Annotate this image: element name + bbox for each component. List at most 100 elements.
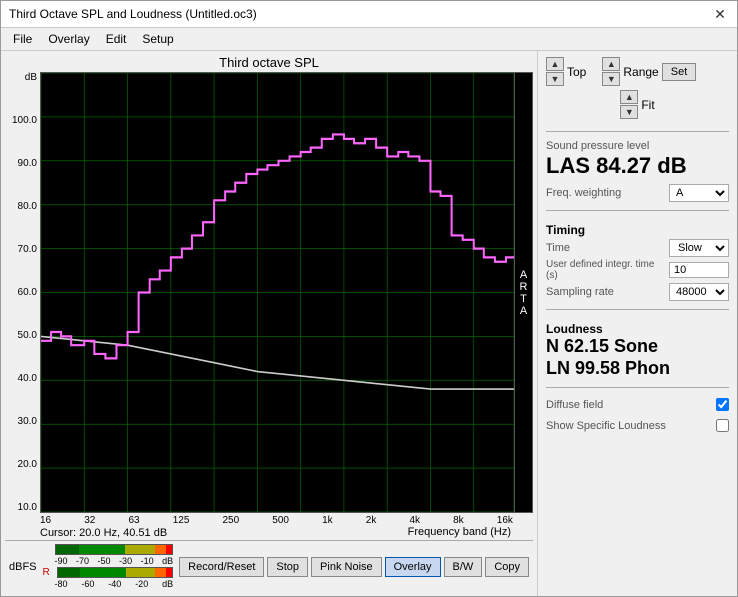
meter-tick-minus70: -70 bbox=[76, 556, 89, 566]
cursor-info: Cursor: 20.0 Hz, 40.51 dB bbox=[40, 526, 167, 540]
freq-band-label: Frequency band (Hz) bbox=[406, 526, 513, 540]
show-specific-row: Show Specific Loudness bbox=[546, 419, 729, 432]
close-button[interactable]: ✕ bbox=[711, 5, 729, 23]
y-label-db: dB bbox=[25, 72, 37, 83]
x-tick-4k: 4k bbox=[409, 515, 420, 526]
level-meter: -90 -70 -50 -30 -10 dB R bbox=[43, 544, 174, 589]
loudness-ln-value: LN 99.58 Phon bbox=[546, 358, 729, 380]
show-specific-label: Show Specific Loudness bbox=[546, 420, 712, 432]
right-panel: ▲ ▼ Top ▲ ▼ Range Set ▲ bbox=[537, 51, 737, 596]
spl-section-title: Sound pressure level bbox=[546, 140, 729, 152]
integr-row: User defined integr. time (s) bbox=[546, 259, 729, 281]
top-range-row: ▲ ▼ Top ▲ ▼ Range Set bbox=[546, 57, 729, 86]
y-tick-70: 70.0 bbox=[18, 244, 37, 255]
chart-title: Third octave SPL bbox=[5, 55, 533, 70]
meter-tick2-db2: dB bbox=[162, 579, 173, 589]
timing-title: Timing bbox=[546, 223, 729, 237]
fit-down-button[interactable]: ▼ bbox=[620, 105, 638, 119]
top-nav-group: ▲ ▼ bbox=[546, 57, 564, 86]
show-specific-checkbox[interactable] bbox=[716, 419, 729, 432]
top-down-button[interactable]: ▼ bbox=[546, 72, 564, 86]
spl-section: Sound pressure level LAS 84.27 dB bbox=[546, 140, 729, 178]
loudness-section: Loudness N 62.15 Sone LN 99.58 Phon bbox=[546, 322, 729, 379]
main-window: Third Octave SPL and Loudness (Untitled.… bbox=[0, 0, 738, 597]
y-axis: dB 100.0 90.0 80.0 70.0 60.0 50.0 40.0 3… bbox=[5, 72, 40, 513]
freq-weighting-select[interactable]: A B C Z bbox=[669, 184, 729, 202]
divider-1 bbox=[546, 131, 729, 132]
record-reset-button[interactable]: Record/Reset bbox=[179, 557, 264, 577]
arta-label: A R T A bbox=[515, 72, 533, 513]
y-tick-50: 50.0 bbox=[18, 330, 37, 341]
meter-tick-minus90: -90 bbox=[55, 556, 68, 566]
range-nav-group: ▲ ▼ bbox=[602, 57, 620, 86]
menu-file[interactable]: File bbox=[5, 30, 40, 48]
timing-section: Timing Time Slow Fast User defined integ… bbox=[546, 219, 729, 301]
loudness-n-value: N 62.15 Sone bbox=[546, 336, 729, 358]
meter-tick-minus10: -10 bbox=[141, 556, 154, 566]
divider-2 bbox=[546, 210, 729, 211]
x-axis: 16 32 63 125 250 500 1k 2k 4k 8k 16k bbox=[5, 515, 533, 526]
menu-bar: File Overlay Edit Setup bbox=[1, 28, 737, 51]
menu-setup[interactable]: Setup bbox=[134, 30, 181, 48]
time-select[interactable]: Slow Fast bbox=[669, 239, 729, 257]
window-title: Third Octave SPL and Loudness (Untitled.… bbox=[9, 7, 257, 21]
x-tick-250: 250 bbox=[223, 515, 240, 526]
x-tick-500: 500 bbox=[272, 515, 289, 526]
pink-noise-button[interactable]: Pink Noise bbox=[311, 557, 382, 577]
integr-input[interactable] bbox=[669, 262, 729, 278]
freq-weighting-row: Freq. weighting A B C Z bbox=[546, 184, 729, 202]
diffuse-field-label: Diffuse field bbox=[546, 399, 712, 411]
x-tick-16k: 16k bbox=[497, 515, 513, 526]
timing-row: Time Slow Fast bbox=[546, 239, 729, 257]
chart-area: Third octave SPL dB 100.0 90.0 80.0 70.0… bbox=[1, 51, 537, 596]
x-tick-32: 32 bbox=[84, 515, 95, 526]
x-tick-125: 125 bbox=[173, 515, 190, 526]
meter-tick2-minus40: -40 bbox=[108, 579, 121, 589]
range-up-button[interactable]: ▲ bbox=[602, 57, 620, 71]
range-down-button[interactable]: ▼ bbox=[602, 72, 620, 86]
content-area: Third octave SPL dB 100.0 90.0 80.0 70.0… bbox=[1, 51, 737, 596]
x-tick-8k: 8k bbox=[453, 515, 464, 526]
y-tick-40: 40.0 bbox=[18, 373, 37, 384]
fit-up-button[interactable]: ▲ bbox=[620, 90, 638, 104]
x-tick-63: 63 bbox=[128, 515, 139, 526]
bottom-buttons: Record/Reset Stop Pink Noise Overlay B/W… bbox=[179, 557, 529, 577]
spl-value: LAS 84.27 dB bbox=[546, 154, 729, 178]
copy-button[interactable]: Copy bbox=[485, 557, 529, 577]
top-nav-label: Top bbox=[567, 65, 586, 79]
loudness-title: Loudness bbox=[546, 322, 729, 336]
meter-tick2-minus60: -60 bbox=[81, 579, 94, 589]
y-tick-60: 60.0 bbox=[18, 287, 37, 298]
x-tick-1k: 1k bbox=[322, 515, 333, 526]
stop-button[interactable]: Stop bbox=[267, 557, 308, 577]
sampling-select[interactable]: 44100 48000 96000 bbox=[669, 283, 729, 301]
fit-nav-group: ▲ ▼ bbox=[620, 90, 638, 119]
diffuse-field-checkbox[interactable] bbox=[716, 398, 729, 411]
y-tick-90: 90.0 bbox=[18, 158, 37, 169]
y-tick-20: 20.0 bbox=[18, 459, 37, 470]
freq-weighting-label: Freq. weighting bbox=[546, 187, 663, 199]
y-tick-10: 10.0 bbox=[18, 502, 37, 513]
fit-nav-label: Fit bbox=[641, 98, 654, 112]
menu-edit[interactable]: Edit bbox=[98, 30, 135, 48]
menu-overlay[interactable]: Overlay bbox=[40, 30, 97, 48]
dBFS-label: dBFS bbox=[9, 561, 37, 573]
overlay-button[interactable]: Overlay bbox=[385, 557, 441, 577]
bottom-bar: dBFS -90 bbox=[5, 540, 533, 592]
sampling-row: Sampling rate 44100 48000 96000 bbox=[546, 283, 729, 301]
x-tick-16: 16 bbox=[40, 515, 51, 526]
chart-plot[interactable] bbox=[40, 72, 515, 513]
y-tick-100: 100.0 bbox=[12, 115, 37, 126]
range-nav-label: Range bbox=[623, 65, 658, 79]
range-set-button[interactable]: Set bbox=[662, 63, 697, 81]
divider-4 bbox=[546, 387, 729, 388]
meter-tick2-minus80: -80 bbox=[55, 579, 68, 589]
y-tick-80: 80.0 bbox=[18, 201, 37, 212]
top-up-button[interactable]: ▲ bbox=[546, 57, 564, 71]
channel-r-label: R bbox=[43, 567, 55, 578]
sampling-label: Sampling rate bbox=[546, 286, 665, 298]
meter-tick-db1: dB bbox=[162, 556, 173, 566]
bw-button[interactable]: B/W bbox=[444, 557, 483, 577]
divider-3 bbox=[546, 309, 729, 310]
meter-tick2-minus20: -20 bbox=[135, 579, 148, 589]
